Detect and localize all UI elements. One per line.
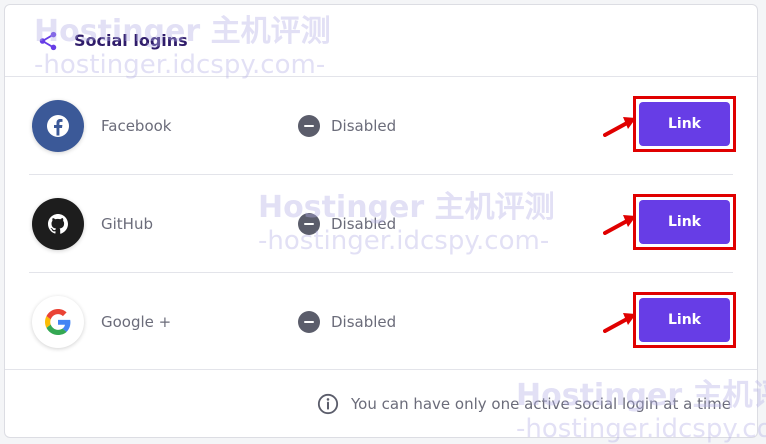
- highlight-box: Link: [633, 291, 736, 348]
- link-github-button[interactable]: Link: [639, 199, 730, 244]
- minus-circle-icon: [298, 114, 320, 137]
- provider-row-google: Google + Disabled Link: [29, 273, 736, 370]
- red-arrow-icon: [603, 312, 636, 333]
- info-icon: [317, 393, 339, 414]
- status-text: Disabled: [331, 214, 397, 233]
- page-title: Social logins: [74, 31, 188, 50]
- providers-list: Facebook Disabled Link GitHub Disabled L…: [5, 77, 757, 370]
- provider-row-github: GitHub Disabled Link: [29, 175, 736, 273]
- highlight-box: Link: [633, 95, 736, 152]
- github-icon: [32, 197, 84, 250]
- provider-name: Google +: [101, 312, 172, 331]
- status-badge: Disabled: [298, 310, 397, 333]
- provider-name: GitHub: [101, 214, 153, 233]
- card-footer: You can have only one active social logi…: [5, 369, 757, 437]
- footer-note: You can have only one active social logi…: [351, 394, 731, 413]
- status-text: Disabled: [331, 312, 397, 331]
- status-text: Disabled: [331, 116, 397, 135]
- red-arrow-icon: [603, 214, 636, 235]
- minus-circle-icon: [298, 310, 320, 333]
- status-badge: Disabled: [298, 114, 397, 137]
- google-icon: [32, 295, 84, 348]
- share-icon: [39, 31, 57, 50]
- card-header: Social logins: [5, 5, 757, 77]
- status-badge: Disabled: [298, 212, 397, 235]
- link-google-button[interactable]: Link: [639, 297, 730, 342]
- provider-name: Facebook: [101, 116, 172, 135]
- minus-circle-icon: [298, 212, 320, 235]
- link-facebook-button[interactable]: Link: [639, 101, 730, 146]
- red-arrow-icon: [603, 116, 636, 137]
- facebook-icon: [32, 99, 84, 152]
- highlight-box: Link: [633, 193, 736, 250]
- social-logins-card: Social logins Facebook Disabled Link Git…: [4, 4, 758, 438]
- provider-row-facebook: Facebook Disabled Link: [29, 77, 736, 175]
